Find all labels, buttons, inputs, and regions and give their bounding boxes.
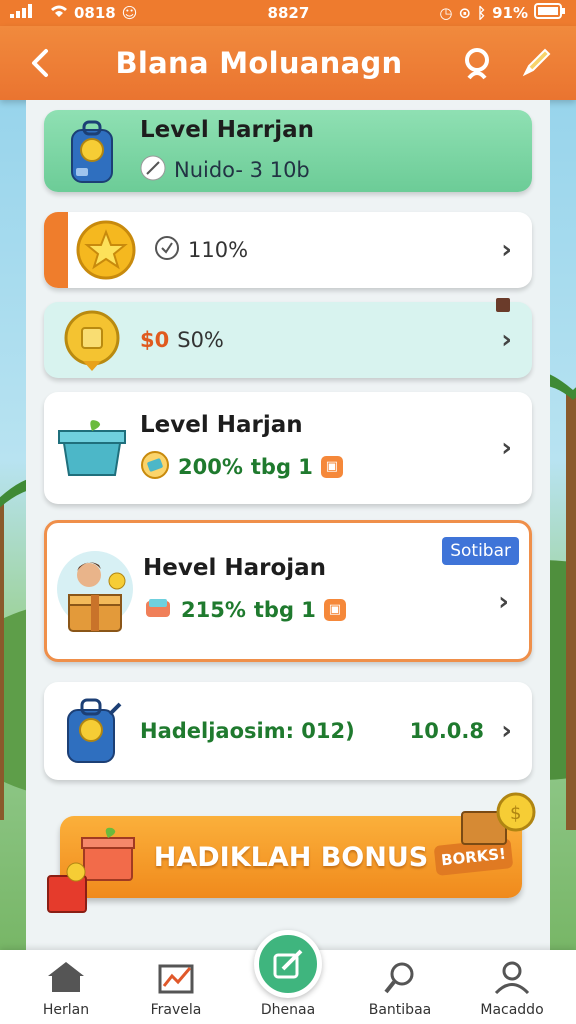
search-icon xyxy=(384,962,414,994)
pencil-icon xyxy=(522,48,551,77)
search-button[interactable] xyxy=(456,41,500,85)
progress-card[interactable]: 110% › xyxy=(44,212,532,288)
reward-value: S0% xyxy=(177,328,224,352)
version-label: Hadeljaosim: 012) xyxy=(140,719,355,743)
featured-tag[interactable]: Sotibar xyxy=(442,537,519,565)
stack-icon xyxy=(143,593,173,628)
nav-center-label[interactable]: Dhenaa xyxy=(238,1002,338,1018)
star-coin-icon xyxy=(58,220,154,280)
red-gift-icon xyxy=(44,862,90,920)
version-value: 10.0.8 xyxy=(409,719,484,743)
coin-badge-icon: ▣ xyxy=(320,456,343,478)
gift-box-icon xyxy=(44,417,140,479)
location-icon: ⊙ xyxy=(458,4,472,22)
status-bar: 0818 ☺ 8827 ◷ ⊙ ᛒ 91% xyxy=(0,0,576,26)
reward-prefix: $0 xyxy=(140,328,170,352)
backpack-icon xyxy=(44,118,140,184)
bottom-nav: Herlan Fravela Dhenaa Bantibaa Macaddo xyxy=(0,930,576,1024)
status-extra-icon: ☺ xyxy=(121,4,138,22)
back-button[interactable] xyxy=(18,41,62,85)
signal-icon xyxy=(10,4,44,22)
level-value: 200% xyxy=(178,455,243,479)
featured-suffix: tbg 1 xyxy=(253,598,316,622)
status-left-text: 0818 xyxy=(74,4,116,22)
battery-text: 91% xyxy=(492,4,528,22)
featured-value: 215% xyxy=(181,598,246,622)
edit-button[interactable] xyxy=(514,41,558,85)
nav-home[interactable]: Herlan xyxy=(16,960,116,1018)
character-chest-icon xyxy=(47,545,143,637)
nav-search[interactable]: Bantibaa xyxy=(350,960,450,1018)
nav-label: Herlan xyxy=(42,1002,90,1018)
check-icon xyxy=(154,235,180,266)
gold-medal-icon xyxy=(44,309,140,371)
alarm-icon: ◷ xyxy=(439,4,453,22)
level-suffix: tbg 1 xyxy=(250,455,313,479)
bonus-label: HADIKLAH BONUS xyxy=(153,841,429,873)
card-title: Level Harjan xyxy=(140,411,303,438)
bluetooth-icon: ᛒ xyxy=(477,4,487,22)
svg-text:$: $ xyxy=(510,803,521,824)
battery-icon xyxy=(533,3,566,23)
progress-value: 110% xyxy=(188,238,249,262)
status-time: 8827 xyxy=(267,4,310,22)
nav-label: Fravela xyxy=(150,1002,202,1018)
nav-chart[interactable]: Fravela xyxy=(126,960,226,1018)
level-chest-card[interactable]: Level Harjan 200% tbg 1 ▣ › xyxy=(44,392,532,504)
profile-icon xyxy=(494,961,530,995)
accent-bar xyxy=(44,212,68,288)
card-title: Hevel Harojan xyxy=(143,554,327,581)
coin-badge-icon: ▣ xyxy=(323,599,346,621)
home-icon xyxy=(48,962,84,992)
chevron-right-icon: › xyxy=(498,586,509,617)
chevron-left-icon xyxy=(32,49,48,77)
card-subtitle: Nuido- 3 10b xyxy=(174,158,310,182)
nav-profile[interactable]: Macaddo xyxy=(462,960,562,1018)
edit-board-icon xyxy=(273,949,303,979)
flag-icon xyxy=(496,298,510,312)
coin-chest-icon: $ xyxy=(458,790,538,858)
featured-card[interactable]: Hevel Harojan 215% tbg 1 ▣ Sotibar › xyxy=(44,520,532,662)
feather-icon xyxy=(140,155,166,186)
ticket-icon xyxy=(140,450,170,485)
wifi-icon xyxy=(50,4,68,22)
reward-card[interactable]: $0 S0% › xyxy=(44,298,532,378)
search-icon xyxy=(464,48,489,80)
nav-label: Macaddo xyxy=(480,1002,544,1018)
card-title: Level Harrjan xyxy=(140,116,314,143)
chevron-right-icon: › xyxy=(501,325,512,355)
chevron-right-icon: › xyxy=(501,433,512,463)
level-card[interactable]: Level Harrjan Nuido- 3 10b xyxy=(44,110,532,192)
chevron-right-icon: › xyxy=(501,235,512,265)
page-title: Blana Moluanagn xyxy=(115,46,403,80)
nav-label: Bantibaa xyxy=(368,1002,432,1018)
nav-center-button[interactable] xyxy=(254,930,322,998)
version-card[interactable]: Hadeljaosim: 012) 10.0.8 › xyxy=(44,682,532,780)
chart-icon xyxy=(158,964,194,994)
content-panel: Level Harrjan Nuido- 3 10b 110% › $0 S0%… xyxy=(26,100,550,960)
backpack-icon xyxy=(44,696,140,766)
chevron-right-icon: › xyxy=(501,716,512,746)
app-header: Blana Moluanagn xyxy=(0,26,576,100)
